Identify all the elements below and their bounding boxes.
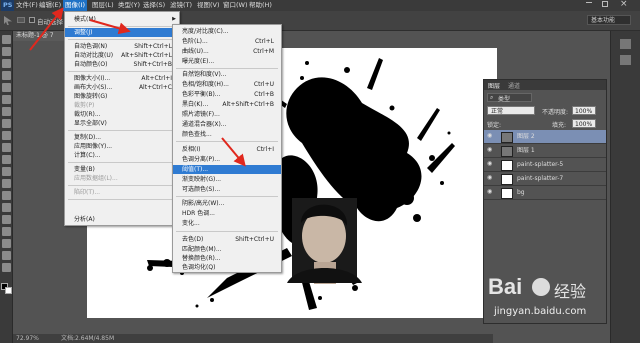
red-arrow-menu (29, 7, 64, 51)
red-arrow-threshold (221, 137, 246, 167)
red-arrow-adjust (89, 19, 131, 35)
annotation-arrows (29, 7, 246, 167)
